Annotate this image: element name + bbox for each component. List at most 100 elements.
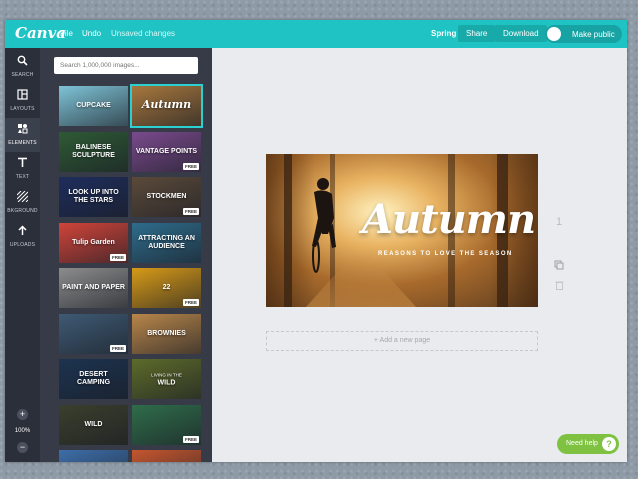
share-button[interactable]: Share — [458, 25, 496, 42]
template-thumbnail-text: BROWNIES — [132, 330, 201, 338]
help-question-icon: ? — [602, 437, 616, 451]
rail-item-layouts[interactable]: LAYOUTS — [5, 84, 40, 118]
left-tool-rail: SEARCH LAYOUTS ELEMENTS TEXT BKGROUND UP… — [5, 48, 40, 462]
rail-label-layouts: LAYOUTS — [10, 106, 35, 112]
rail-item-text[interactable]: TEXT — [5, 152, 40, 186]
template-thumbnail[interactable] — [132, 450, 201, 462]
rail-label-search: SEARCH — [11, 72, 34, 78]
design-subheading[interactable]: REASONS TO LOVE THE SEASON — [378, 251, 513, 257]
upload-icon — [5, 225, 40, 239]
download-button[interactable]: Download — [495, 25, 547, 42]
free-badge: FREE — [182, 208, 199, 215]
canva-editor-window: Canva File Undo Unsaved changes Spring S… — [5, 20, 627, 462]
image-search-input[interactable] — [54, 57, 198, 74]
template-thumbnail-text: Tulip Garden — [59, 239, 128, 247]
template-thumbnail[interactable]: ATTRACTING AN AUDIENCE — [132, 222, 201, 263]
undo-button[interactable]: Undo — [82, 29, 101, 38]
design-canvas-area: Autumn REASONS TO LOVE THE SEASON 1 + Ad… — [212, 48, 627, 462]
template-thumbnail-text: LOOK UP INTO THE STARS — [59, 189, 128, 205]
cyclist-silhouette — [312, 178, 336, 273]
toggle-knob — [547, 27, 561, 41]
template-thumbnail[interactable]: WILD — [59, 404, 128, 445]
template-thumbnail-text: LIVING IN THE WILD — [132, 371, 201, 388]
design-title[interactable]: Spring — [431, 29, 456, 38]
template-thumbnail-title: CUPCAKE — [76, 102, 111, 109]
elements-icon — [5, 123, 40, 137]
delete-page-icon[interactable] — [553, 277, 565, 295]
copy-page-icon[interactable] — [553, 257, 565, 275]
layouts-icon — [5, 89, 40, 103]
template-thumbnail-title: VANTAGE POINTS — [135, 147, 198, 155]
template-thumbnail-title: DESERT CAMPING — [76, 371, 111, 386]
make-public-label: Make public — [572, 30, 615, 39]
template-thumbnail-title: LOOK UP INTO THE STARS — [68, 189, 119, 204]
template-thumbnail-text: 22 — [132, 284, 201, 292]
template-thumbnail-title: STOCKMEN — [146, 193, 187, 200]
page-number: 1 — [555, 216, 563, 228]
free-badge: FREE — [182, 299, 199, 306]
template-thumbnail[interactable]: LOOK UP INTO THE STARS — [59, 177, 128, 217]
save-status: Unsaved changes — [111, 29, 176, 38]
canva-logo[interactable]: Canva — [15, 24, 66, 42]
template-thumbnail-title: WILD — [157, 379, 176, 387]
free-badge: FREE — [182, 435, 199, 443]
template-thumbnail[interactable]: LIVING IN THE WILD — [132, 359, 201, 399]
template-thumbnail-subtext: LIVING IN THE — [151, 372, 182, 378]
need-help-button[interactable]: Need help ? — [557, 434, 619, 454]
top-bar: Canva File Undo Unsaved changes Spring S… — [5, 20, 627, 48]
template-thumbnail[interactable]: CUPCAKE — [59, 86, 128, 126]
template-thumbnail[interactable]: FREE — [132, 404, 201, 445]
template-thumbnail[interactable]: Autumn — [130, 84, 203, 128]
design-page[interactable]: Autumn REASONS TO LOVE THE SEASON — [266, 154, 538, 307]
text-icon — [5, 157, 40, 171]
template-thumbnail[interactable] — [59, 450, 128, 462]
rail-item-search[interactable]: SEARCH — [5, 50, 40, 84]
template-thumbnail-title: WILD — [84, 420, 103, 428]
free-badge: FREE — [182, 162, 199, 170]
template-thumbnail-text: ATTRACTING AN AUDIENCE — [132, 235, 201, 251]
template-thumbnail-text: WILD — [59, 421, 128, 429]
template-thumbnail-text: CUPCAKE — [59, 102, 128, 110]
need-help-label: Need help — [566, 440, 598, 447]
tree-trunk — [284, 154, 292, 307]
template-thumbnail-title: PAINT AND PAPER — [62, 284, 125, 291]
rail-label-background: BKGROUND — [7, 208, 38, 214]
template-thumbnail[interactable]: DESERT CAMPING — [59, 359, 128, 399]
design-heading[interactable]: Autumn — [362, 196, 536, 243]
rail-label-uploads: UPLOADS — [9, 242, 36, 248]
template-thumbnail[interactable]: BROWNIES — [132, 313, 201, 354]
template-thumbnail-text: Autumn — [132, 98, 201, 111]
rail-label-elements: ELEMENTS — [8, 140, 37, 146]
add-new-page-button[interactable]: + Add a new page — [266, 331, 538, 351]
rail-item-uploads[interactable]: UPLOADS — [5, 220, 40, 254]
zoom-level: 100% — [14, 428, 31, 434]
template-thumbnail[interactable]: BALINESE SCULPTURE — [59, 131, 128, 172]
template-thumbnail[interactable]: STOCKMEN FREE — [132, 177, 201, 217]
free-badge: FREE — [109, 344, 126, 352]
rail-item-background[interactable]: BKGROUND — [5, 186, 40, 220]
template-thumbnail-title: ATTRACTING AN AUDIENCE — [138, 234, 195, 250]
template-thumbnail-title: Autumn — [141, 98, 192, 111]
search-icon — [5, 55, 40, 69]
zoom-in-button[interactable]: + — [17, 409, 28, 420]
make-public-toggle[interactable]: Make public — [545, 25, 622, 43]
template-thumbnail-text: BALINESE SCULPTURE — [59, 144, 128, 160]
rail-item-elements[interactable]: ELEMENTS — [5, 118, 40, 152]
template-thumbnail[interactable]: 22 FREE — [132, 268, 201, 308]
template-thumbnail[interactable]: Tulip Garden FREE — [59, 222, 128, 263]
template-thumbnail-text: DESERT CAMPING — [59, 371, 128, 387]
template-thumbnail-text: VANTAGE POINTS — [132, 148, 201, 156]
template-thumbnail-text: STOCKMEN — [132, 193, 201, 201]
zoom-out-button[interactable]: − — [17, 442, 28, 453]
template-thumbnail-title: BALINESE SCULPTURE — [72, 143, 115, 159]
template-thumbnail-title: BROWNIES — [147, 329, 186, 337]
background-icon — [5, 190, 40, 205]
template-thumbnail[interactable]: VANTAGE POINTS FREE — [132, 131, 201, 172]
template-thumbnail-title: Tulip Garden — [72, 238, 115, 246]
file-menu[interactable]: File — [60, 29, 73, 38]
template-thumbnail-text: PAINT AND PAPER — [59, 284, 128, 292]
template-thumbnail[interactable]: PAINT AND PAPER — [59, 268, 128, 308]
template-thumbnail[interactable]: FREE — [59, 313, 128, 354]
template-panel: CUPCAKE Autumn BALINESE SCULPTURE VANTAGE P… — [40, 48, 212, 462]
rail-label-text: TEXT — [15, 174, 30, 180]
